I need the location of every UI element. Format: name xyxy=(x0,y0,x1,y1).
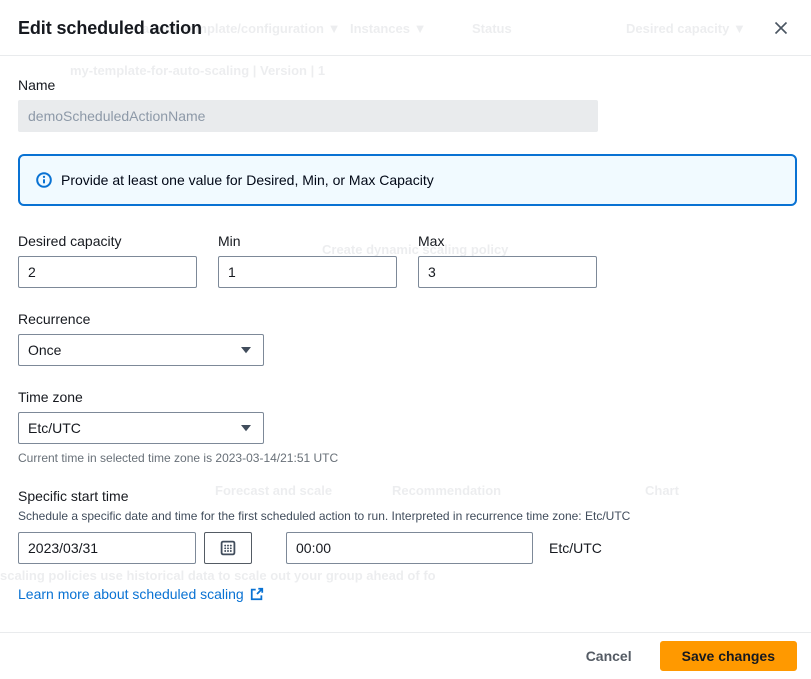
cancel-button[interactable]: Cancel xyxy=(576,643,642,669)
calendar-icon xyxy=(220,540,236,556)
dialog-header: Edit scheduled action xyxy=(0,0,811,56)
name-input xyxy=(18,100,598,132)
dialog-title: Edit scheduled action xyxy=(18,16,202,40)
datetime-row: Etc/UTC xyxy=(18,532,797,564)
timezone-selected-value: Etc/UTC xyxy=(28,420,81,436)
timezone-select[interactable]: Etc/UTC xyxy=(18,412,264,444)
start-time-group: Specific start time Schedule a specific … xyxy=(18,487,797,564)
recurrence-label: Recurrence xyxy=(18,310,797,328)
max-label: Max xyxy=(418,232,597,250)
desired-capacity-input[interactable] xyxy=(18,256,197,288)
recurrence-group: Recurrence Once xyxy=(18,310,797,366)
alert-message: Provide at least one value for Desired, … xyxy=(61,172,434,188)
dialog-footer: Cancel Save changes xyxy=(0,632,811,679)
min-label: Min xyxy=(218,232,397,250)
close-icon[interactable] xyxy=(773,20,789,36)
start-time-input[interactable] xyxy=(286,532,533,564)
info-alert: Provide at least one value for Desired, … xyxy=(18,154,797,206)
calendar-picker-button[interactable] xyxy=(204,532,252,564)
capacity-row: Desired capacity Min Max xyxy=(18,232,797,288)
min-capacity-group: Min xyxy=(218,232,397,288)
chevron-down-icon xyxy=(240,346,252,354)
dialog-body: Name Provide at least one value for Desi… xyxy=(0,56,811,632)
max-input[interactable] xyxy=(418,256,597,288)
name-field-group: Name xyxy=(18,76,797,132)
desired-capacity-label: Desired capacity xyxy=(18,232,197,250)
timezone-label: Time zone xyxy=(18,388,797,406)
current-time-helper: Current time in selected time zone is 20… xyxy=(18,450,797,466)
timezone-group: Time zone Etc/UTC Current time in select… xyxy=(18,388,797,466)
max-capacity-group: Max xyxy=(418,232,597,288)
save-changes-button[interactable]: Save changes xyxy=(660,641,797,671)
min-input[interactable] xyxy=(218,256,397,288)
chevron-down-icon xyxy=(240,424,252,432)
learn-more-label: Learn more about scheduled scaling xyxy=(18,586,244,602)
name-label: Name xyxy=(18,76,797,94)
start-date-input[interactable] xyxy=(18,532,196,564)
start-time-description: Schedule a specific date and time for th… xyxy=(18,508,797,524)
external-link-icon xyxy=(250,587,264,601)
recurrence-select[interactable]: Once xyxy=(18,334,264,366)
start-time-label: Specific start time xyxy=(18,487,797,505)
edit-scheduled-action-dialog: Launch template/configuration ▼Instances… xyxy=(0,0,811,679)
info-icon xyxy=(36,172,52,188)
learn-more-link[interactable]: Learn more about scheduled scaling xyxy=(18,586,264,602)
recurrence-selected-value: Once xyxy=(28,342,61,358)
timezone-suffix: Etc/UTC xyxy=(549,540,602,556)
desired-capacity-group: Desired capacity xyxy=(18,232,197,288)
